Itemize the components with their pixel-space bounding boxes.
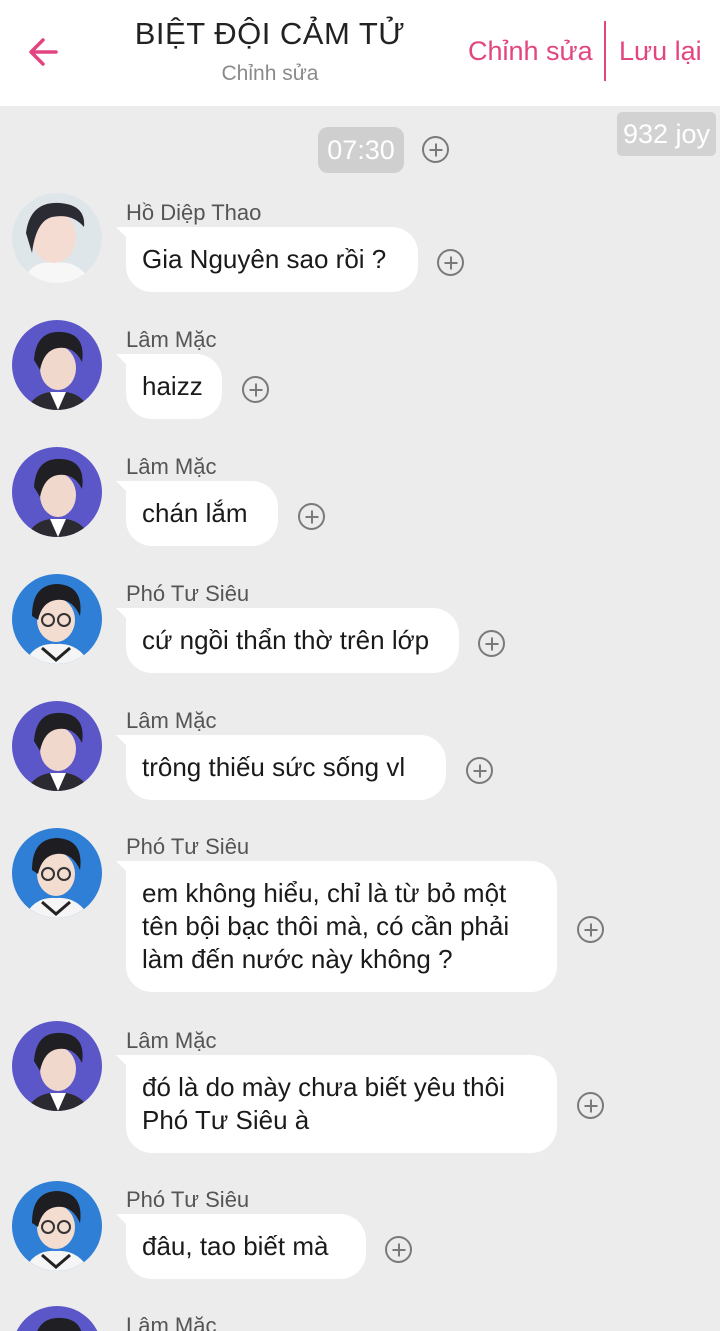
- avatar[interactable]: [12, 828, 102, 918]
- message-bubble[interactable]: đó là do mày chưa biết yêu thôi Phó Tư S…: [116, 1055, 557, 1153]
- message-bubble[interactable]: cứ ngồi thẩn thờ trên lớp: [116, 608, 459, 673]
- add-message-icon[interactable]: [478, 630, 505, 657]
- avatar[interactable]: [12, 320, 102, 410]
- sender-name: Lâm Mặc: [126, 708, 217, 733]
- message-text: Gia Nguyên sao rồi ?: [142, 244, 387, 274]
- add-message-icon[interactable]: [466, 757, 493, 784]
- avatar[interactable]: [12, 1306, 102, 1331]
- add-message-icon[interactable]: [577, 1092, 604, 1119]
- avatar[interactable]: [12, 447, 102, 537]
- message-text: chán lắm: [142, 498, 248, 528]
- message-text: trông thiếu sức sống vl: [142, 752, 406, 782]
- add-message-icon[interactable]: [242, 376, 269, 403]
- save-button[interactable]: Lưu lại: [619, 36, 702, 67]
- joy-badge: 932 joy: [617, 112, 716, 156]
- add-message-icon[interactable]: [385, 1236, 412, 1263]
- avatar[interactable]: [12, 574, 102, 664]
- message-bubble[interactable]: Gia Nguyên sao rồi ?: [116, 227, 418, 292]
- message-bubble[interactable]: trông thiếu sức sống vl: [116, 735, 446, 800]
- message-text-line: làm đến nước này không ?: [142, 944, 453, 974]
- sender-name: Phó Tư Siêu: [126, 1187, 250, 1212]
- sender-name: Lâm Mặc: [126, 327, 217, 352]
- arrow-left-icon: [29, 38, 58, 66]
- chat-title: BIỆT ĐỘI CẢM TỬ: [134, 16, 406, 51]
- back-button[interactable]: [22, 30, 66, 74]
- avatar[interactable]: [12, 701, 102, 791]
- message-text-line: tên bội bạc thôi mà, có cần phải: [142, 911, 510, 941]
- sender-name: Lâm Mặc: [126, 454, 217, 479]
- message-text-line: Phó Tư Siêu à: [142, 1105, 310, 1135]
- avatar[interactable]: [12, 1181, 102, 1271]
- message-text: cứ ngồi thẩn thờ trên lớp: [142, 625, 430, 655]
- sender-name: Lâm Mặc: [126, 1028, 217, 1053]
- message-bubble[interactable]: đâu, tao biết mà: [116, 1214, 366, 1279]
- message-text: haizz: [142, 371, 203, 401]
- add-message-icon[interactable]: [298, 503, 325, 530]
- add-message-icon[interactable]: [577, 916, 604, 943]
- avatar[interactable]: [12, 193, 102, 283]
- add-message-icon[interactable]: [437, 249, 464, 276]
- avatar[interactable]: [12, 1021, 102, 1111]
- message-bubble[interactable]: chán lắm: [116, 481, 278, 546]
- sender-name: Hồ Diệp Thao: [126, 200, 262, 225]
- message-text: đâu, tao biết mà: [142, 1231, 329, 1261]
- sender-name: Lâm Mặc: [126, 1313, 217, 1331]
- chat-subtitle: Chỉnh sửa: [221, 62, 319, 85]
- edit-button[interactable]: Chỉnh sửa: [468, 36, 593, 67]
- message-text-line: đó là do mày chưa biết yêu thôi: [142, 1072, 505, 1102]
- add-after-time-icon[interactable]: [422, 136, 449, 163]
- sender-name: Phó Tư Siêu: [126, 581, 250, 606]
- app-header: BIỆT ĐỘI CẢM TỬ Chỉnh sửa Chỉnh sửa Lưu …: [0, 0, 720, 106]
- message-text-line: em không hiểu, chỉ là từ bỏ một: [142, 878, 507, 908]
- message-bubble[interactable]: haizz: [116, 354, 222, 419]
- time-badge[interactable]: 07:30: [318, 127, 404, 173]
- sender-name: Phó Tư Siêu: [126, 834, 250, 859]
- header-divider: [604, 21, 606, 81]
- message-bubble[interactable]: em không hiểu, chỉ là từ bỏ một tên bội …: [116, 861, 557, 992]
